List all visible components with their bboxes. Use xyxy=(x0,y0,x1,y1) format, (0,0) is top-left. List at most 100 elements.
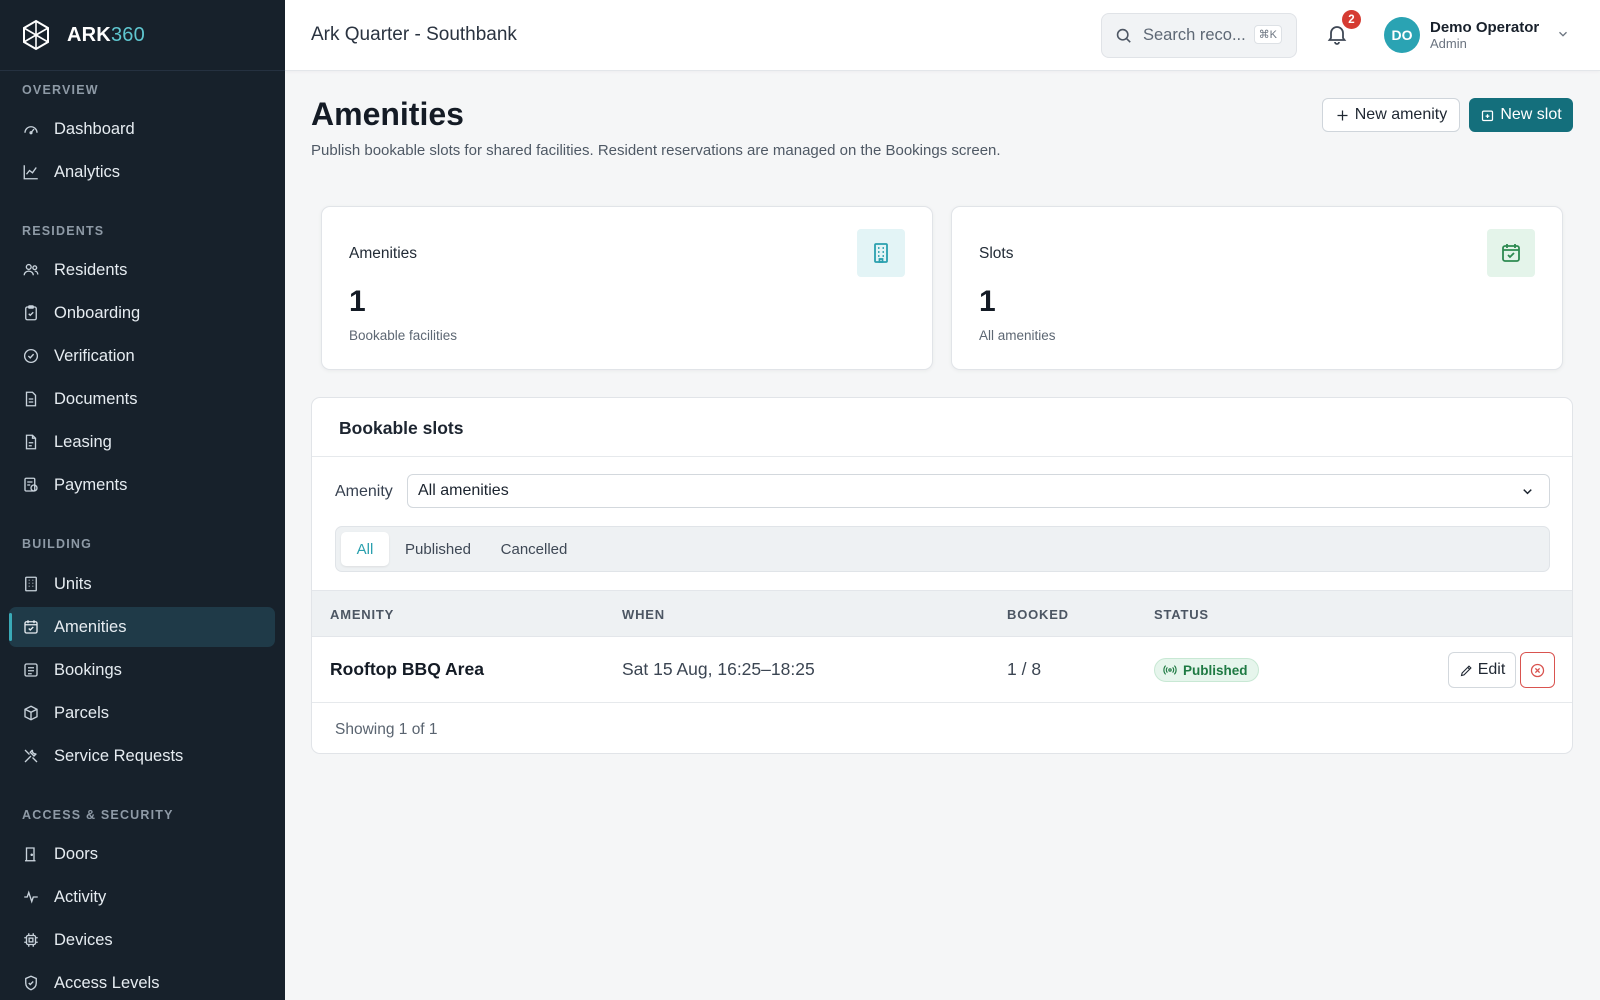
edit-button[interactable]: Edit xyxy=(1448,652,1516,688)
package-icon xyxy=(24,705,38,721)
sidebar-item-analytics[interactable]: Analytics xyxy=(9,152,275,192)
page-subtitle: Publish bookable slots for shared facili… xyxy=(311,142,1001,159)
user-name[interactable]: Demo Operator xyxy=(1430,19,1539,36)
calendar-plus-icon xyxy=(1482,110,1494,121)
stat-caption: Bookable facilities xyxy=(349,328,458,343)
sidebar-item-activity[interactable]: Activity xyxy=(9,877,275,917)
building-icon xyxy=(25,576,37,592)
column-header-status[interactable]: STATUS xyxy=(1154,607,1209,622)
sidebar-item-doors[interactable]: Doors xyxy=(9,834,275,874)
new-slot-label: New slot xyxy=(1500,106,1562,123)
column-header-when[interactable]: WHEN xyxy=(622,607,665,622)
chevron-down-icon[interactable] xyxy=(1556,27,1570,41)
stat-value: 1 xyxy=(979,285,996,318)
search-input[interactable]: Search reco... ⌘K xyxy=(1101,13,1297,58)
stat-caption: All amenities xyxy=(979,328,1056,343)
sidebar-item-label: Leasing xyxy=(54,432,112,451)
amenity-filter-label: Amenity xyxy=(335,483,393,500)
brand-name: ARK360 xyxy=(67,23,145,46)
tab-all[interactable]: All xyxy=(341,532,389,566)
door-icon xyxy=(25,847,36,862)
plus-icon xyxy=(1337,110,1348,120)
cell-when: Sat 15 Aug, 16:25–18:25 xyxy=(622,659,815,679)
sidebar-item-service-requests[interactable]: Service Requests xyxy=(9,736,275,776)
document-icon xyxy=(25,391,37,407)
calendar-list-icon xyxy=(24,663,38,677)
tab-cancelled[interactable]: Cancelled xyxy=(489,532,579,566)
pagination-summary: Showing 1 of 1 xyxy=(335,721,438,738)
nav-section-building: BUILDING xyxy=(22,537,93,551)
property-name[interactable]: Ark Quarter - Southbank xyxy=(311,24,517,46)
line-chart-icon xyxy=(23,165,38,180)
sidebar-item-payments[interactable]: Payments xyxy=(9,465,275,505)
amenity-filter-value: All amenities xyxy=(418,482,509,499)
sidebar-item-verification[interactable]: Verification xyxy=(9,336,275,376)
sidebar-item-onboarding[interactable]: Onboarding xyxy=(9,293,275,333)
nav-section-overview: OVERVIEW xyxy=(22,83,99,97)
search-icon xyxy=(1116,28,1131,43)
stat-card-amenities: Amenities 1 Bookable facilities xyxy=(321,206,933,370)
sidebar-item-label: Amenities xyxy=(54,617,127,636)
table-row[interactable]: Rooftop BBQ Area Sat 15 Aug, 16:25–18:25… xyxy=(312,637,1572,703)
new-amenity-label: New amenity xyxy=(1354,106,1448,123)
avatar[interactable]: DO xyxy=(1384,17,1420,53)
stat-card-slots: Slots 1 All amenities xyxy=(951,206,1563,370)
building-icon xyxy=(874,243,888,263)
sidebar-item-label: Verification xyxy=(54,346,135,365)
sidebar-item-label: Doors xyxy=(54,844,99,863)
sidebar-item-label: Payments xyxy=(54,475,128,494)
sidebar-item-residents[interactable]: Residents xyxy=(9,250,275,290)
nav-section-residents: RESIDENTS xyxy=(22,224,105,238)
sidebar-item-label: Service Requests xyxy=(54,746,184,765)
stat-label: Amenities xyxy=(349,245,418,262)
check-circle-icon xyxy=(23,348,39,364)
sidebar-item-leasing[interactable]: Leasing xyxy=(9,422,275,462)
sidebar-item-devices[interactable]: Devices xyxy=(9,920,275,960)
brand[interactable]: ARK360 xyxy=(0,0,285,71)
column-header-amenity[interactable]: AMENITY xyxy=(330,607,394,622)
sidebar-item-dashboard[interactable]: Dashboard xyxy=(9,109,275,149)
x-circle-icon xyxy=(1530,663,1545,677)
sidebar-item-documents[interactable]: Documents xyxy=(9,379,275,419)
search-shortcut: ⌘K xyxy=(1253,25,1282,44)
activity-icon xyxy=(24,890,38,904)
chevron-down-icon xyxy=(1523,489,1532,495)
sidebar-item-bookings[interactable]: Bookings xyxy=(9,650,275,690)
status-tabs: All Published Cancelled xyxy=(335,526,1550,572)
user-role: Admin xyxy=(1430,36,1467,51)
tab-published[interactable]: Published xyxy=(395,532,481,566)
stat-label: Slots xyxy=(979,245,1014,262)
sidebar-item-parcels[interactable]: Parcels xyxy=(9,693,275,733)
status-text: Published xyxy=(1183,662,1248,678)
new-amenity-button[interactable]: New amenity xyxy=(1322,98,1460,132)
status-badge: Published xyxy=(1154,658,1259,682)
users-icon xyxy=(23,263,39,276)
gauge-icon xyxy=(24,126,38,135)
page-title: Amenities xyxy=(311,96,464,132)
divider xyxy=(312,456,1572,457)
sidebar-item-label: Activity xyxy=(54,887,107,906)
sidebar-item-label: Documents xyxy=(54,389,138,408)
sidebar-item-label: Onboarding xyxy=(54,303,141,322)
cell-booked: 1 / 8 xyxy=(1007,659,1042,679)
notification-badge: 2 xyxy=(1342,10,1361,29)
calendar-check-icon xyxy=(24,620,38,634)
cancel-slot-button[interactable] xyxy=(1520,652,1555,688)
calendar-check-icon xyxy=(1502,244,1520,262)
stat-icon-box xyxy=(857,229,905,277)
sidebar-item-label: Devices xyxy=(54,930,113,949)
sidebar-item-units[interactable]: Units xyxy=(9,564,275,604)
panel-title: Bookable slots xyxy=(339,418,464,438)
pencil-icon xyxy=(1460,664,1472,676)
wrench-icon xyxy=(24,749,38,763)
top-bar: Ark Quarter - Southbank Search reco... ⌘… xyxy=(285,0,1600,71)
shield-icon xyxy=(25,975,37,991)
sidebar-item-label: Bookings xyxy=(54,660,122,679)
amenity-filter-select[interactable]: All amenities xyxy=(407,474,1550,508)
sidebar-item-amenities[interactable]: Amenities xyxy=(9,607,275,647)
sidebar-item-access-levels[interactable]: Access Levels xyxy=(9,963,275,1000)
sidebar-item-label: Parcels xyxy=(54,703,110,722)
sidebar-item-label: Units xyxy=(54,574,92,593)
new-slot-button[interactable]: New slot xyxy=(1469,98,1573,132)
column-header-booked[interactable]: BOOKED xyxy=(1007,607,1069,622)
